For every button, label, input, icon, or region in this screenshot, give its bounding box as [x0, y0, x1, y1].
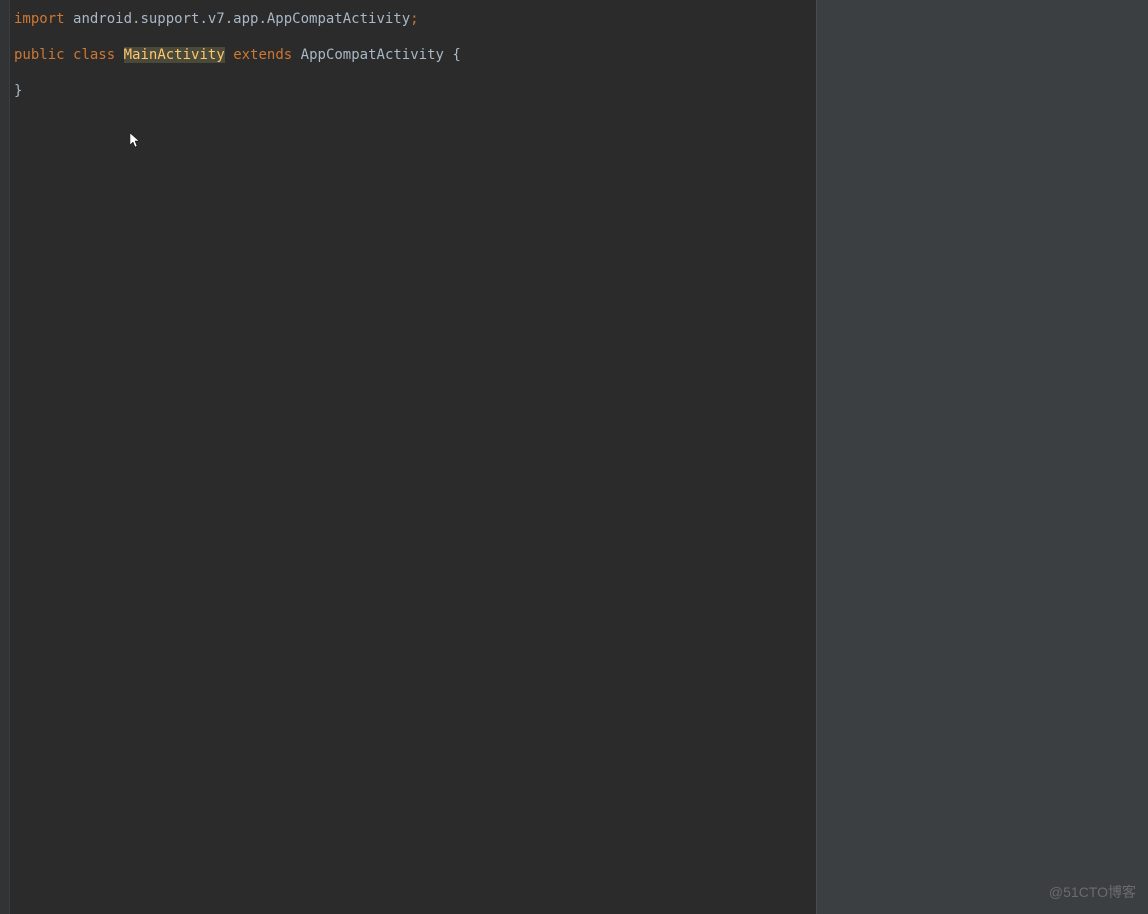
class-name-main: MainActivity [124, 47, 225, 63]
brace-open: { [452, 47, 460, 63]
code-line-1[interactable]: import android.support.v7.app.AppCompatA… [14, 10, 812, 28]
keyword-class: class [73, 47, 115, 63]
right-side-panel [816, 0, 1148, 914]
mouse-cursor-icon [130, 133, 142, 149]
keyword-public: public [14, 47, 65, 63]
brace-close: } [14, 83, 22, 99]
semicolon: ; [410, 11, 418, 27]
blank-line[interactable] [14, 28, 812, 46]
keyword-import: import [14, 11, 65, 27]
keyword-extends: extends [233, 47, 292, 63]
super-class-name: AppCompatActivity [301, 47, 444, 63]
blank-line[interactable] [14, 64, 812, 82]
import-package: android.support.v7.app.AppCompatActivity [73, 11, 410, 27]
code-line-2[interactable]: public class MainActivity extends AppCom… [14, 46, 812, 64]
watermark-text: @51CTO博客 [1049, 882, 1136, 902]
code-line-3[interactable]: } [14, 82, 812, 100]
editor-gutter [0, 0, 10, 914]
editor-container: import android.support.v7.app.AppCompatA… [0, 0, 1148, 914]
code-editor[interactable]: import android.support.v7.app.AppCompatA… [10, 0, 816, 914]
